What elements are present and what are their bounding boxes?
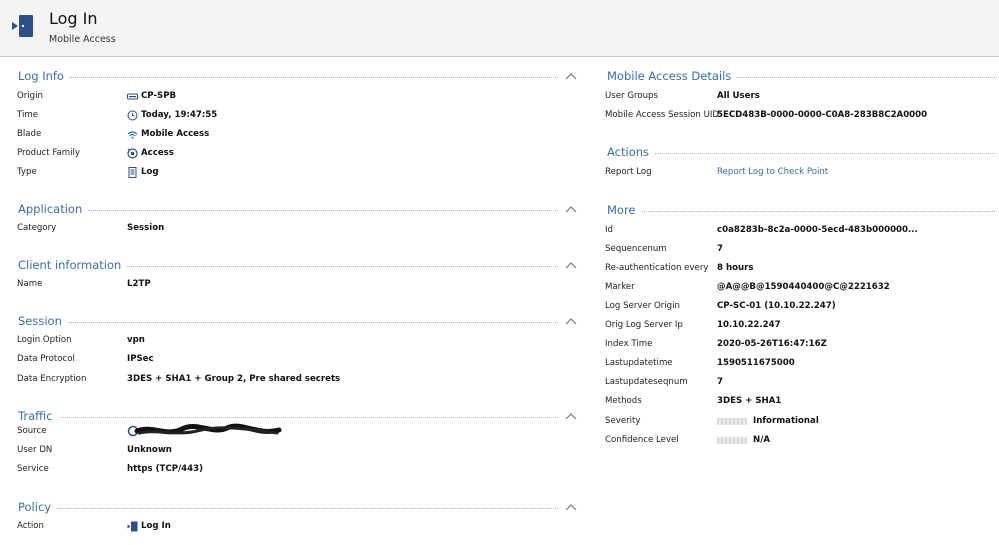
section-more: More (607, 202, 997, 218)
report-log-link[interactable]: Report Log to Check Point (717, 167, 828, 177)
chevron-up-icon[interactable] (564, 71, 578, 81)
page-header: Log In Mobile Access (0, 0, 999, 57)
gateway-icon (127, 93, 138, 99)
divider (655, 152, 997, 154)
divider (69, 76, 558, 78)
login-icon (12, 15, 33, 37)
divider (57, 507, 558, 509)
chevron-up-icon[interactable] (564, 316, 578, 326)
section-traffic[interactable]: Traffic (18, 408, 578, 424)
redacted-scribble (127, 423, 282, 437)
divider (737, 76, 997, 78)
section-title: Log Info (18, 69, 64, 83)
section-session[interactable]: Session (18, 313, 578, 329)
wifi-icon (127, 130, 138, 139)
divider (67, 321, 558, 323)
access-icon (127, 147, 138, 159)
section-application[interactable]: Application (18, 201, 578, 217)
page-title: Log In (49, 9, 98, 28)
section-policy[interactable]: Policy (18, 499, 578, 515)
severity-bar (717, 417, 747, 425)
log-icon (128, 166, 137, 178)
section-client-information[interactable]: Client information (18, 257, 578, 273)
section-log-info[interactable]: Log Info (18, 68, 578, 84)
chevron-up-icon[interactable] (564, 502, 578, 512)
divider (641, 210, 997, 212)
section-actions: Actions (607, 144, 997, 160)
confidence-bar (717, 436, 747, 444)
clock-icon (127, 110, 138, 120)
section-mobile-access-details: Mobile Access Details (607, 68, 997, 84)
page-subtitle: Mobile Access (49, 34, 116, 45)
chevron-up-icon[interactable] (564, 411, 578, 421)
chevron-up-icon[interactable] (564, 260, 578, 270)
login-icon (127, 521, 138, 531)
chevron-up-icon[interactable] (564, 204, 578, 214)
divider (88, 209, 558, 211)
divider (127, 265, 558, 267)
divider (58, 416, 558, 418)
